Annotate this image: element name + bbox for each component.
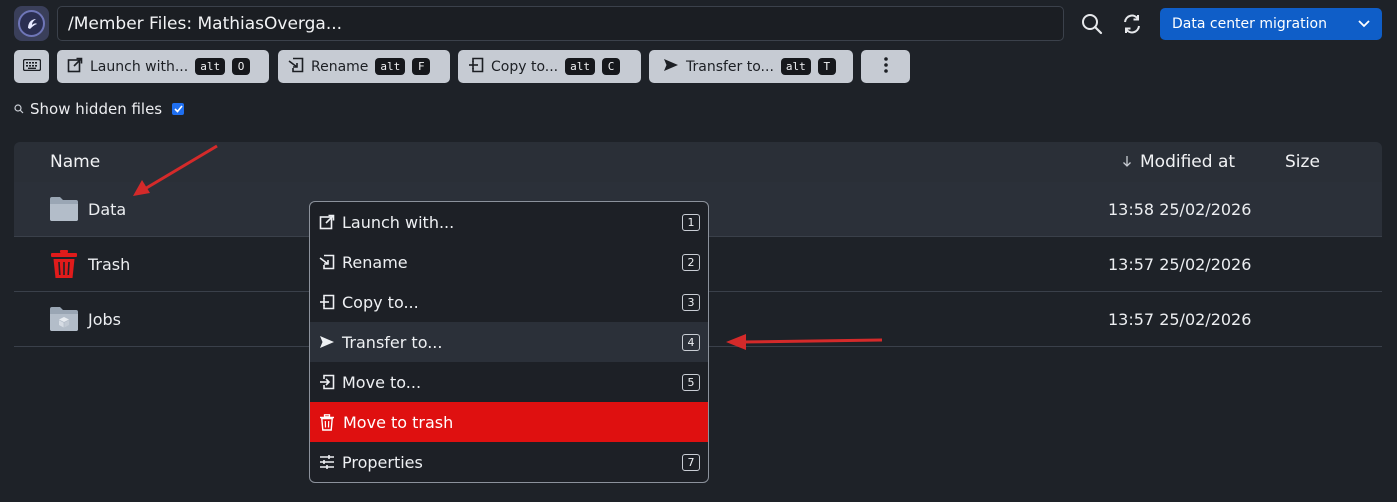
column-name[interactable]: Name (50, 142, 100, 182)
context-menu: Launch with... 1 Rename 2 Copy to... 3 T… (309, 201, 709, 483)
path-text: /Member Files: MathiasOverga... (68, 13, 343, 34)
move-icon (318, 373, 336, 391)
column-modified[interactable]: Modified at (1122, 142, 1235, 182)
file-table-header: Name Modified at Size (14, 142, 1382, 182)
launch-with-key: O (232, 58, 251, 75)
file-modified: 13:58 25/02/2026 (1108, 200, 1252, 219)
more-vertical-icon (883, 56, 888, 77)
transfer-to-button[interactable]: Transfer to... alt T (649, 50, 853, 83)
more-options-button[interactable] (861, 50, 910, 83)
transfer-to-mod-key: alt (780, 58, 811, 75)
launch-with-button[interactable]: Launch with... alt O (57, 50, 269, 83)
menu-item-label: Rename (342, 252, 408, 272)
rename-icon (288, 57, 304, 77)
keyboard-shortcuts-button[interactable] (14, 50, 49, 83)
menu-item-move-to[interactable]: Move to... 5 (310, 362, 708, 402)
column-size-label: Size (1285, 152, 1320, 172)
file-name: Jobs (88, 310, 121, 329)
path-input[interactable]: /Member Files: MathiasOverga... (57, 6, 1064, 41)
menu-item-label: Launch with... (342, 212, 455, 232)
copy-to-key: C (602, 58, 620, 75)
menu-item-transfer-to[interactable]: Transfer to... 4 (310, 322, 708, 362)
filter-search-icon (14, 100, 24, 118)
chevron-down-icon (1358, 16, 1370, 32)
menu-item-shortcut: 2 (682, 253, 700, 271)
copy-to-button[interactable]: Copy to... alt C (458, 50, 641, 83)
transfer-to-key: T (817, 58, 836, 75)
menu-item-launch-with[interactable]: Launch with... 1 (310, 202, 708, 242)
transfer-icon (318, 333, 336, 351)
menu-item-move-to-trash[interactable]: Move to trash (310, 402, 708, 442)
menu-item-label: Properties (342, 452, 423, 472)
column-size[interactable]: Size (1285, 142, 1320, 182)
transfer-icon (663, 57, 679, 77)
launch-with-mod-key: alt (195, 58, 226, 75)
menu-item-properties[interactable]: Properties 7 (310, 442, 708, 482)
jobs-folder-icon (49, 304, 79, 334)
properties-icon (318, 453, 336, 471)
file-name: Trash (88, 255, 131, 274)
menu-item-label: Move to trash (343, 412, 454, 432)
launch-icon (318, 213, 336, 231)
project-selector[interactable]: Data center migration (1160, 8, 1382, 40)
rename-button[interactable]: Rename alt F (278, 50, 450, 83)
copy-to-mod-key: alt (565, 58, 595, 75)
rename-icon (318, 253, 336, 271)
menu-item-shortcut: 3 (682, 293, 700, 311)
transfer-to-label: Transfer to... (686, 58, 774, 75)
file-name: Data (88, 200, 127, 219)
project-name: Data center migration (1172, 16, 1327, 32)
copy-icon (468, 57, 484, 77)
menu-item-shortcut: 7 (682, 453, 700, 471)
file-modified: 13:57 25/02/2026 (1108, 255, 1252, 274)
keyboard-icon (22, 58, 41, 75)
file-browser: /Member Files: MathiasOverga... Data cen… (0, 0, 1397, 502)
file-modified: 13:57 25/02/2026 (1108, 310, 1252, 329)
launch-icon (67, 57, 83, 77)
column-modified-label: Modified at (1140, 152, 1236, 172)
show-hidden-files-toggle[interactable]: Show hidden files (14, 99, 185, 119)
rename-label: Rename (311, 58, 369, 75)
rename-mod-key: alt (375, 58, 406, 75)
menu-item-shortcut: 1 (682, 213, 700, 231)
arrow-down-icon (1122, 152, 1132, 172)
menu-item-rename[interactable]: Rename 2 (310, 242, 708, 282)
menu-item-label: Transfer to... (342, 332, 443, 352)
menu-item-shortcut: 5 (682, 373, 700, 391)
app-logo-icon[interactable] (14, 6, 49, 41)
search-icon[interactable] (1076, 8, 1108, 40)
copy-icon (318, 293, 336, 311)
show-hidden-files-checkbox[interactable] (172, 103, 185, 115)
menu-item-shortcut: 4 (682, 333, 700, 351)
folder-icon (49, 194, 79, 224)
launch-with-label: Launch with... (90, 58, 189, 75)
show-hidden-files-label: Show hidden files (30, 100, 163, 118)
copy-to-label: Copy to... (491, 58, 559, 75)
trash-icon (318, 413, 336, 431)
rename-key: F (412, 58, 431, 75)
menu-item-label: Copy to... (342, 292, 419, 312)
refresh-icon[interactable] (1116, 8, 1148, 40)
menu-item-copy-to[interactable]: Copy to... 3 (310, 282, 708, 322)
menu-item-label: Move to... (342, 372, 422, 392)
trash-icon (49, 249, 79, 279)
column-name-label: Name (50, 152, 101, 172)
